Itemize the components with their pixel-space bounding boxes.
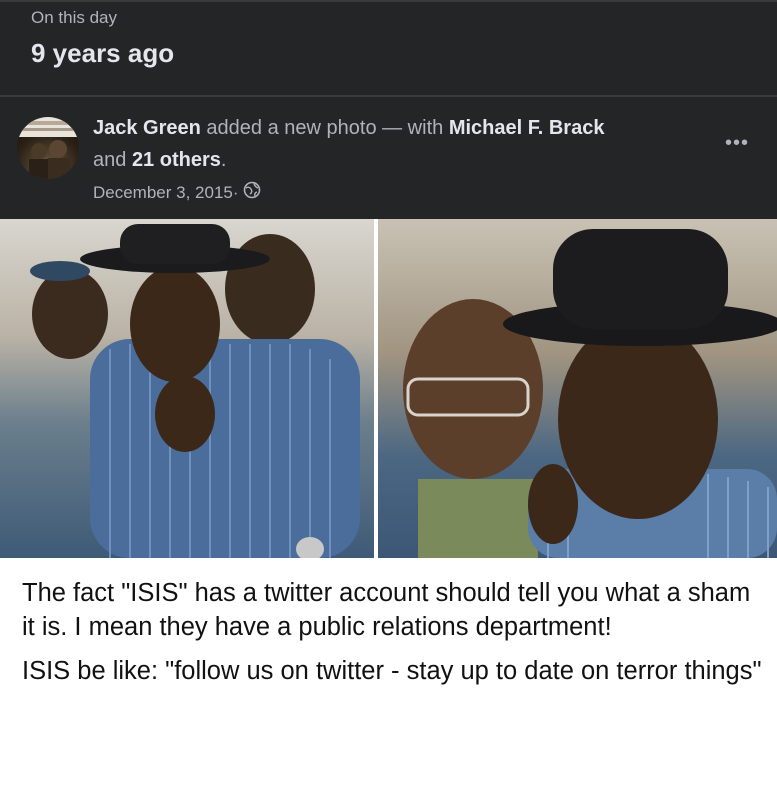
photo-left-panel [0, 219, 374, 561]
tagged-others-line: and 21 others. [93, 149, 226, 172]
post-date-link[interactable]: December 3, 2015 [93, 183, 233, 203]
on-this-day-header: On this day 9 years ago [0, 0, 777, 95]
caption-paragraph-2: ISIS be like: "follow us on twitter - st… [22, 657, 762, 685]
post-title-line: Jack Green added a new photo — with Mich… [93, 117, 604, 140]
more-options-button[interactable]: ••• [725, 133, 749, 153]
post-header: Jack Green added a new photo — with Mich… [0, 97, 777, 219]
period-text: . [220, 149, 227, 171]
and-text: and [93, 149, 132, 171]
photo-right-panel [378, 219, 777, 558]
author-name-link[interactable]: Jack Green [93, 117, 201, 139]
memory-post-card: On this day 9 years ago Jack Green added… [0, 0, 777, 796]
post-photo[interactable]: The fact "ISIS" has a twitter account sh… [0, 219, 777, 796]
tagged-person-link[interactable]: Michael F. Brack [449, 117, 605, 139]
photo-caption: The fact "ISIS" has a twitter account sh… [22, 576, 762, 698]
years-ago-title: 9 years ago [31, 38, 175, 68]
date-separator: · [232, 182, 239, 202]
post-meta: December 3, 2015 · [93, 181, 261, 204]
post-action-text: added a new photo — with [200, 117, 449, 139]
on-this-day-label: On this day [31, 8, 117, 27]
author-avatar[interactable] [17, 117, 79, 179]
globe-icon[interactable] [243, 181, 261, 204]
others-link[interactable]: 21 others [132, 149, 221, 171]
caption-paragraph-1: The fact "ISIS" has a twitter account sh… [22, 579, 751, 641]
